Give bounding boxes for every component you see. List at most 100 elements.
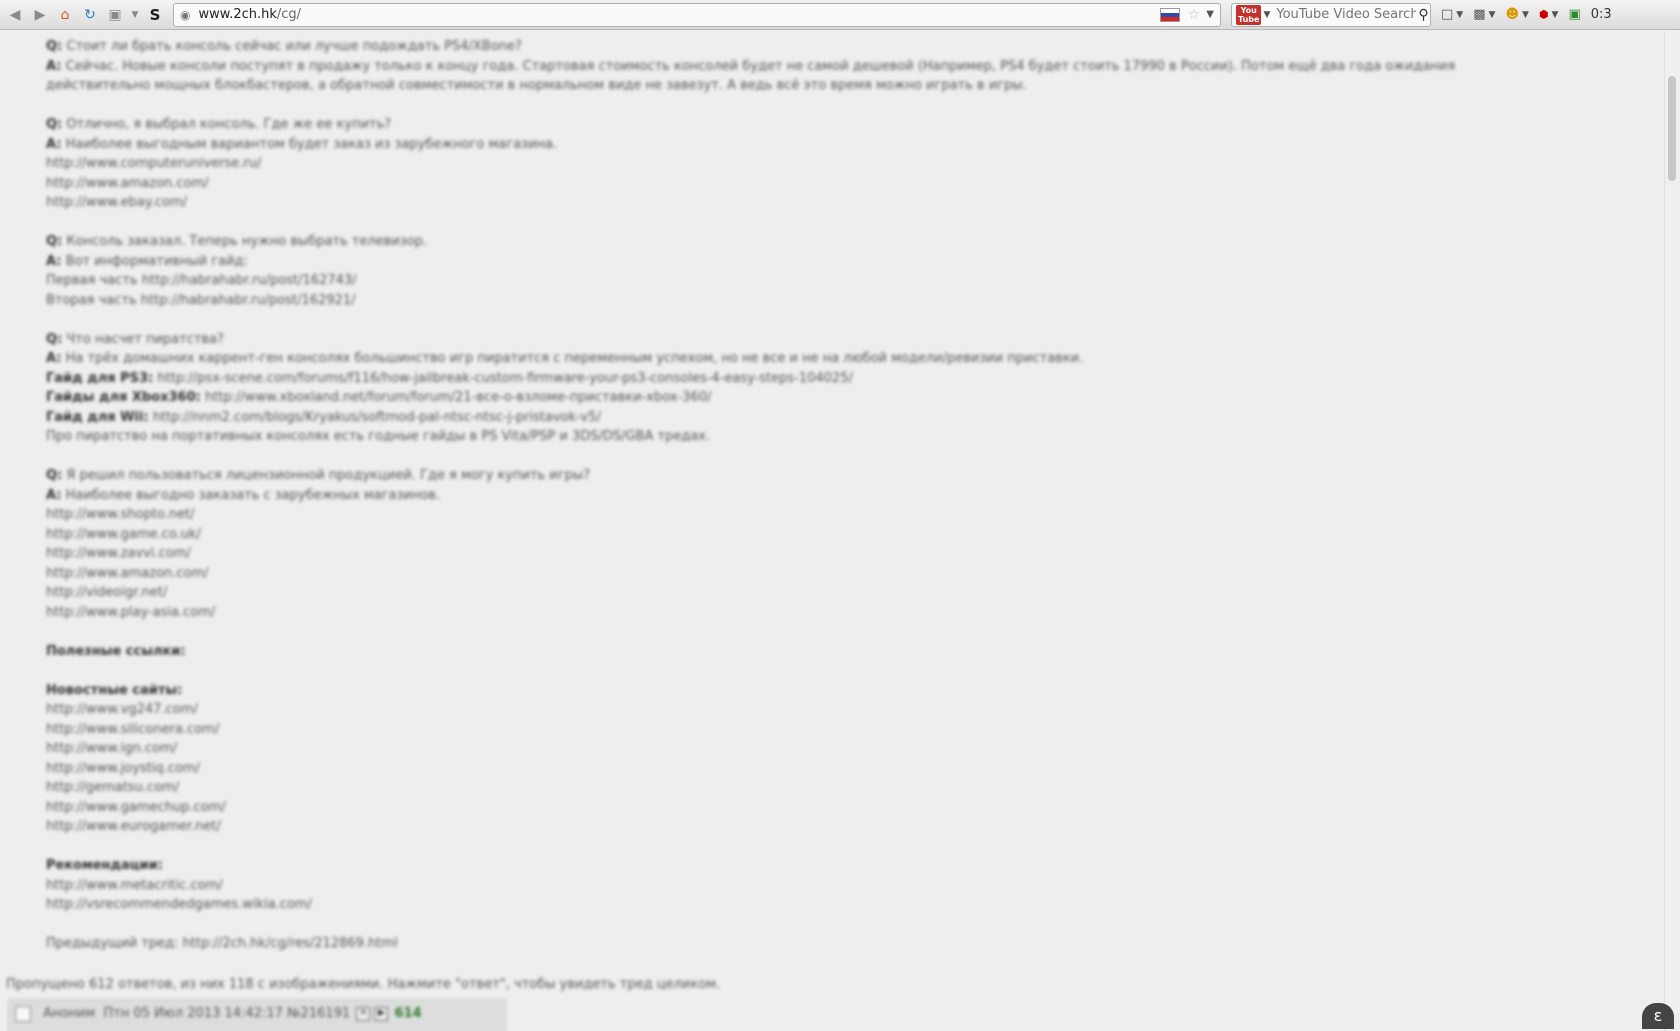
post-link[interactable]: http://2ch.hk/cg/res/212869.html xyxy=(183,936,398,951)
reply-count[interactable]: 614 xyxy=(394,1006,421,1021)
post-text: Наиболее выгодным вариантом будет заказ … xyxy=(61,136,557,152)
post-paragraph: Рекомендации: http://www.metacritic.com/h… xyxy=(46,856,1665,915)
reload-icon[interactable]: ↻ xyxy=(80,5,100,25)
post-paragraph: Новостные сайты: http://www.vg247.com/htt… xyxy=(46,681,1665,837)
answer-label: A: xyxy=(46,253,62,269)
post-line: Первая часть http://habrahabr.ru/post/16… xyxy=(46,271,1665,291)
post-line: http://www.siliconera.com/ xyxy=(46,720,1665,740)
bookmark-star-icon[interactable]: ☆ xyxy=(1188,7,1201,23)
post-line: Гайд для Wii: http://nnm2.com/blogs/Krya… xyxy=(46,408,1665,428)
post-link[interactable]: http://nnm2.com/blogs/Kryakus/softmod-pa… xyxy=(153,410,601,425)
reply-post: Аноним Птн 05 Июл 2013 14:42:17 №216191 … xyxy=(8,999,506,1031)
search-input[interactable] xyxy=(1274,6,1419,23)
post-link[interactable]: http://www.ign.com/ xyxy=(46,741,177,756)
post-line: A: Вот информативный гайд: xyxy=(46,252,1665,272)
site-identity-icon[interactable]: ◉ xyxy=(180,8,190,22)
post-link[interactable]: http://www.amazon.com/ xyxy=(46,566,209,581)
chevron-down-icon[interactable]: ▼ xyxy=(130,5,140,25)
search-icon[interactable]: ⚲ xyxy=(1418,7,1428,23)
post-line: http://www.gamechup.com/ xyxy=(46,798,1665,818)
post-text: Наиболее выгодно заказать с зарубежных м… xyxy=(61,487,441,503)
s-addon-icon[interactable]: S xyxy=(145,5,165,25)
post-link[interactable]: http://www.gamechup.com/ xyxy=(46,800,226,815)
post-text: Стоит ли брать консоль сейчас или лучше … xyxy=(62,39,522,54)
post-line: Гайд для PS3: http://psx-scene.com/forum… xyxy=(46,369,1665,389)
home-icon[interactable]: ⌂ xyxy=(55,5,75,25)
post-line: A: Наиболее выгодным вариантом будет зак… xyxy=(46,135,1665,155)
post-link[interactable]: http://www.ebay.com/ xyxy=(46,195,187,210)
post-line: Вторая часть http://habrahabr.ru/post/16… xyxy=(46,291,1665,311)
post-line: Q: Я решил пользоваться лицензионной про… xyxy=(46,466,1665,486)
play-icon[interactable]: ▶ xyxy=(374,1006,389,1021)
question-label: Q: xyxy=(46,117,63,132)
post-text: Сейчас. Новые консоли поступят в продажу… xyxy=(61,58,1456,74)
chevron-down-icon[interactable]: ▼ xyxy=(1522,10,1529,20)
post-line: http://www.game.co.uk/ xyxy=(46,525,1665,545)
post-link[interactable]: http://www.siliconera.com/ xyxy=(46,722,219,737)
url-dropdown-icon[interactable]: ▼ xyxy=(1206,9,1214,20)
post-paragraph: Q: Я решил пользоваться лицензионной про… xyxy=(46,466,1665,622)
url-path: /cg/ xyxy=(276,7,302,22)
post-paragraph: Q: Что насчет пиратства? A: На трёх домаш… xyxy=(46,330,1665,447)
post-link[interactable]: http://www.zavvi.com/ xyxy=(46,546,191,561)
greasemonkey-icon[interactable]: ☻ ▼ xyxy=(1505,7,1528,22)
question-label: Q: xyxy=(46,39,63,54)
post-date: Птн 05 Июл 2013 14:42:17 xyxy=(103,1006,283,1021)
post-link[interactable]: http://www.vg247.com/ xyxy=(46,702,198,717)
post-link[interactable]: http://www.amazon.com/ xyxy=(46,176,209,191)
post-text: Консоль заказал. Теперь нужно выбрать те… xyxy=(62,234,428,249)
adblock-icon[interactable]: ⬢ ▼ xyxy=(1539,8,1559,21)
extension-corner-icon[interactable]: ɛ xyxy=(1642,1003,1674,1029)
post-text: Я решил пользоваться лицензионной продук… xyxy=(62,468,591,483)
bold-heading: Гайд для PS3: xyxy=(46,370,154,386)
post-link[interactable]: http://www.metacritic.com/ xyxy=(46,878,223,893)
chevron-down-icon[interactable]: ▼ xyxy=(1552,10,1559,20)
flag-icon[interactable] xyxy=(1159,7,1180,22)
op-post-body: Q: Стоит ли брать консоль сейчас или луч… xyxy=(0,31,1665,954)
post-checkbox[interactable] xyxy=(15,1005,31,1022)
post-line: Полезные ссылки: xyxy=(46,642,1665,662)
address-bar[interactable]: ◉ www.2ch.hk/cg/ ☆ ▼ xyxy=(173,2,1221,27)
post-line: Предыдущий тред: http://2ch.hk/cg/res/21… xyxy=(46,934,1665,954)
scrollbar-thumb[interactable] xyxy=(1668,76,1676,181)
post-link[interactable]: http://habrahabr.ru/post/162921/ xyxy=(141,293,356,308)
post-link[interactable]: http://www.shopto.net/ xyxy=(46,507,195,522)
post-link[interactable]: http://www.eurogamer.net/ xyxy=(46,819,221,834)
post-link[interactable]: http://www.xboxland.net/forum/forum/21-в… xyxy=(205,390,711,405)
browser-toolbar: ◀ ▶ ⌂ ↻ ▣ ▼ S ◉ www.2ch.hk/cg/ ☆ ▼ You Tu… xyxy=(0,0,1680,30)
post-link[interactable]: http://videoigr.net/ xyxy=(46,585,167,600)
vertical-scrollbar[interactable] xyxy=(1664,31,1680,1031)
answer-label: A: xyxy=(46,136,62,152)
chevron-down-icon[interactable]: ▼ xyxy=(1489,10,1496,20)
post-line: A: Сейчас. Новые консоли поступят в прод… xyxy=(46,57,1665,77)
post-link[interactable]: http://www.computeruniverse.ru/ xyxy=(46,156,261,171)
post-link[interactable]: http://psx-scene.com/forums/f116/how-jai… xyxy=(157,371,853,386)
post-link[interactable]: http://www.game.co.uk/ xyxy=(46,527,201,542)
post-line: Q: Стоит ли брать консоль сейчас или луч… xyxy=(46,37,1665,57)
window-icon[interactable]: ▣ xyxy=(105,5,125,25)
back-arrow-icon[interactable]: ◀ xyxy=(5,5,25,25)
question-label: Q: xyxy=(46,234,63,249)
post-line: http://www.play-asia.com/ xyxy=(46,603,1665,623)
post-line: A: Наиболее выгодно заказать с зарубежны… xyxy=(46,486,1665,506)
post-text: Что насчет пиратства? xyxy=(62,331,224,347)
close-icon[interactable]: ✕ xyxy=(356,1006,371,1021)
post-line: http://www.computeruniverse.ru/ xyxy=(46,154,1665,174)
addon-s-icon[interactable]: ▩ ▼ xyxy=(1473,7,1495,22)
post-number[interactable]: №216191 xyxy=(287,1006,350,1021)
search-box[interactable]: YouTube ▼ ⚲ xyxy=(1231,2,1431,27)
post-link[interactable]: http://habrahabr.ru/post/162743/ xyxy=(142,273,357,288)
youtube-icon[interactable]: You Tube xyxy=(1236,4,1262,25)
post-line: http://vsrecommendedgames.wikia.com/ xyxy=(46,895,1665,915)
chevron-down-icon[interactable]: ▼ xyxy=(1456,10,1463,20)
url-text[interactable]: www.2ch.hk/cg/ xyxy=(198,7,1159,22)
post-link[interactable]: http://vsrecommendedgames.wikia.com/ xyxy=(46,897,312,912)
download-icon[interactable]: ▣ xyxy=(1568,7,1580,22)
post-link[interactable]: http://gematsu.com/ xyxy=(46,780,179,795)
search-engine-dropdown-icon[interactable]: ▼ xyxy=(1263,10,1270,20)
bold-heading: Полезные ссылки: xyxy=(46,643,186,659)
post-link[interactable]: http://www.joystiq.com/ xyxy=(46,761,200,776)
post-link[interactable]: http://www.play-asia.com/ xyxy=(46,605,215,620)
addon-square-icon[interactable]: □ ▼ xyxy=(1441,7,1463,22)
forward-arrow-icon[interactable]: ▶ xyxy=(30,5,50,25)
